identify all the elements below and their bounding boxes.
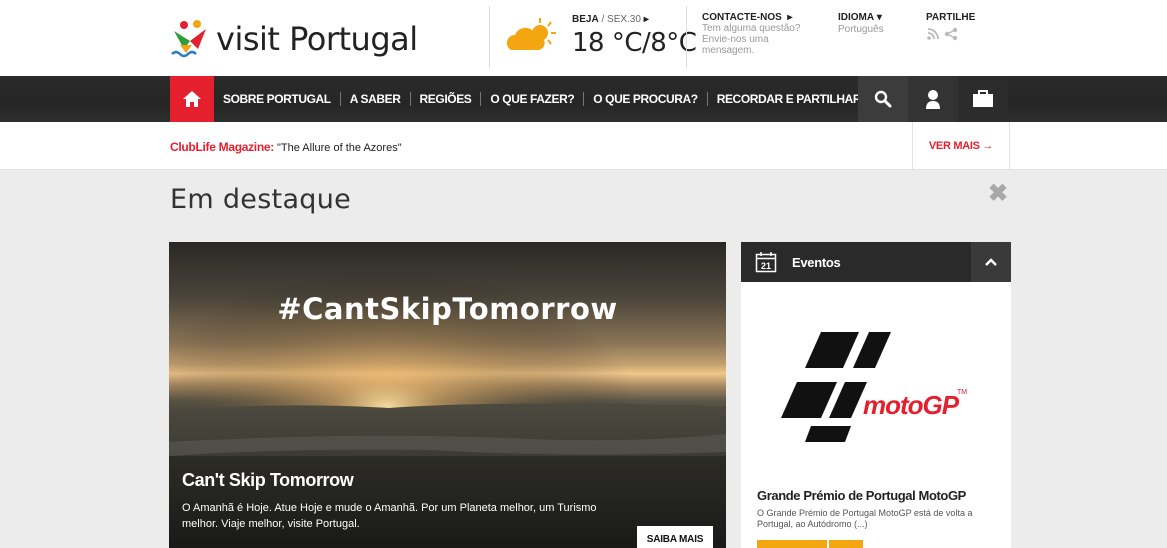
events-title: Eventos [792,255,841,270]
contact-subtitle: Envie-nos uma [702,34,769,45]
language-value: Português [838,24,884,35]
featured-hero-card[interactable]: #CantSkipTomorrow Can't Skip Tomorrow O … [169,242,726,548]
news-ticker: ClubLife Magazine: "The Allure of the Az… [0,122,1167,170]
partly-cloudy-icon [506,18,556,50]
event-calendar-button[interactable] [829,540,863,548]
logo-text: visit Portugal [216,20,418,58]
nav-item-o-que-procura[interactable]: O QUE PROCURA? [584,76,706,122]
event-description: O Grande Prémio de Portugal MotoGP está … [757,508,973,529]
weather-temperature: 18 °C/8°C [572,28,697,58]
event-title[interactable]: Grande Prémio de Portugal MotoGP [757,488,966,503]
caret-down-icon: ▾ [876,12,882,23]
share-widget: PARTILHE [926,12,986,41]
see-more-link[interactable]: VER MAIS → [912,122,1010,170]
nav-tools [858,76,1008,122]
header-divider [686,6,687,68]
nav-item-sobre-portugal[interactable]: SOBRE PORTUGAL [214,76,340,122]
nav-item-a-saber[interactable]: A SABER [341,76,410,122]
event-details-button[interactable] [757,540,827,548]
contact-subtitle: mensagem. [702,45,755,56]
section-title: Em destaque [170,184,352,215]
events-panel: 21 Eventos motoGP TM Grande Prémio de Po… [741,242,1011,548]
motogp-wordmark: motoGP [863,390,960,420]
chevron-up-icon [985,258,997,266]
language-title: IDIOMA ▾ [838,12,882,23]
user-button[interactable] [908,76,958,122]
svg-text:21: 21 [761,261,771,271]
nav-item-regioes[interactable]: REGIÕES [411,76,481,122]
calendar-icon: 21 [755,252,777,273]
ticker-message[interactable]: ClubLife Magazine: "The Allure of the Az… [170,140,402,154]
briefcase-icon [973,90,993,107]
nav-menu: SOBRE PORTUGAL A SABER REGIÕES O QUE FAZ… [214,76,870,122]
hero-hashtag: #CantSkipTomorrow [277,292,618,326]
ticker-headline: "The Allure of the Azores" [273,142,402,154]
contact-link[interactable]: CONTACTE-NOS ▸ Tem alguma questão? Envie… [702,12,812,56]
share-icon[interactable] [944,27,958,41]
header-divider [489,6,490,68]
user-icon [926,90,940,109]
nav-item-recordar-e-partilhar[interactable]: RECORDAR E PARTILHAR [708,76,870,122]
motogp-trademark: TM [957,389,967,396]
collapse-button[interactable] [971,242,1011,282]
rss-icon[interactable] [926,27,940,41]
weather-city: BEJA [572,14,599,25]
nav-item-o-que-fazer[interactable]: O QUE FAZER? [481,76,583,122]
main-navigation: SOBRE PORTUGAL A SABER REGIÕES O QUE FAZ… [0,76,1167,122]
close-icon[interactable]: ✖ [988,182,1008,206]
contact-arrow-icon: ▸ [787,12,793,23]
search-icon [874,90,892,108]
home-icon [183,91,201,107]
logo-figure-icon [171,20,206,58]
hero-title: Can't Skip Tomorrow [182,470,354,490]
weather-arrow-icon: ▸ [643,14,649,25]
search-button[interactable] [858,76,908,122]
weather-date: / SEX.30 [598,14,641,25]
learn-more-button[interactable]: SAIBA MAIS [637,526,713,548]
ticker-brand: ClubLife Magazine: [170,140,274,154]
event-actions [757,540,863,548]
contact-subtitle: Tem alguma questão? [702,23,801,34]
motogp-logo[interactable]: motoGP TM [781,332,971,442]
header: visit Portugal BEJA / SEX.30 ▸ 18 °C/8°C… [0,0,1167,76]
home-button[interactable] [170,76,214,122]
weather-location: BEJA / SEX.30 ▸ [572,14,649,25]
visit-portugal-logo[interactable]: visit Portugal [170,14,418,64]
contact-title: CONTACTE-NOS ▸ [702,12,793,23]
hero-description: O Amanhã é Hoje. Atue Hoje e mude o Aman… [182,502,597,530]
briefcase-button[interactable] [958,76,1008,122]
language-selector[interactable]: IDIOMA ▾ Português [838,12,908,35]
events-header: 21 Eventos [741,242,1011,282]
weather-widget[interactable]: BEJA / SEX.30 ▸ 18 °C/8°C [505,12,697,68]
share-title: PARTILHE [926,12,976,23]
